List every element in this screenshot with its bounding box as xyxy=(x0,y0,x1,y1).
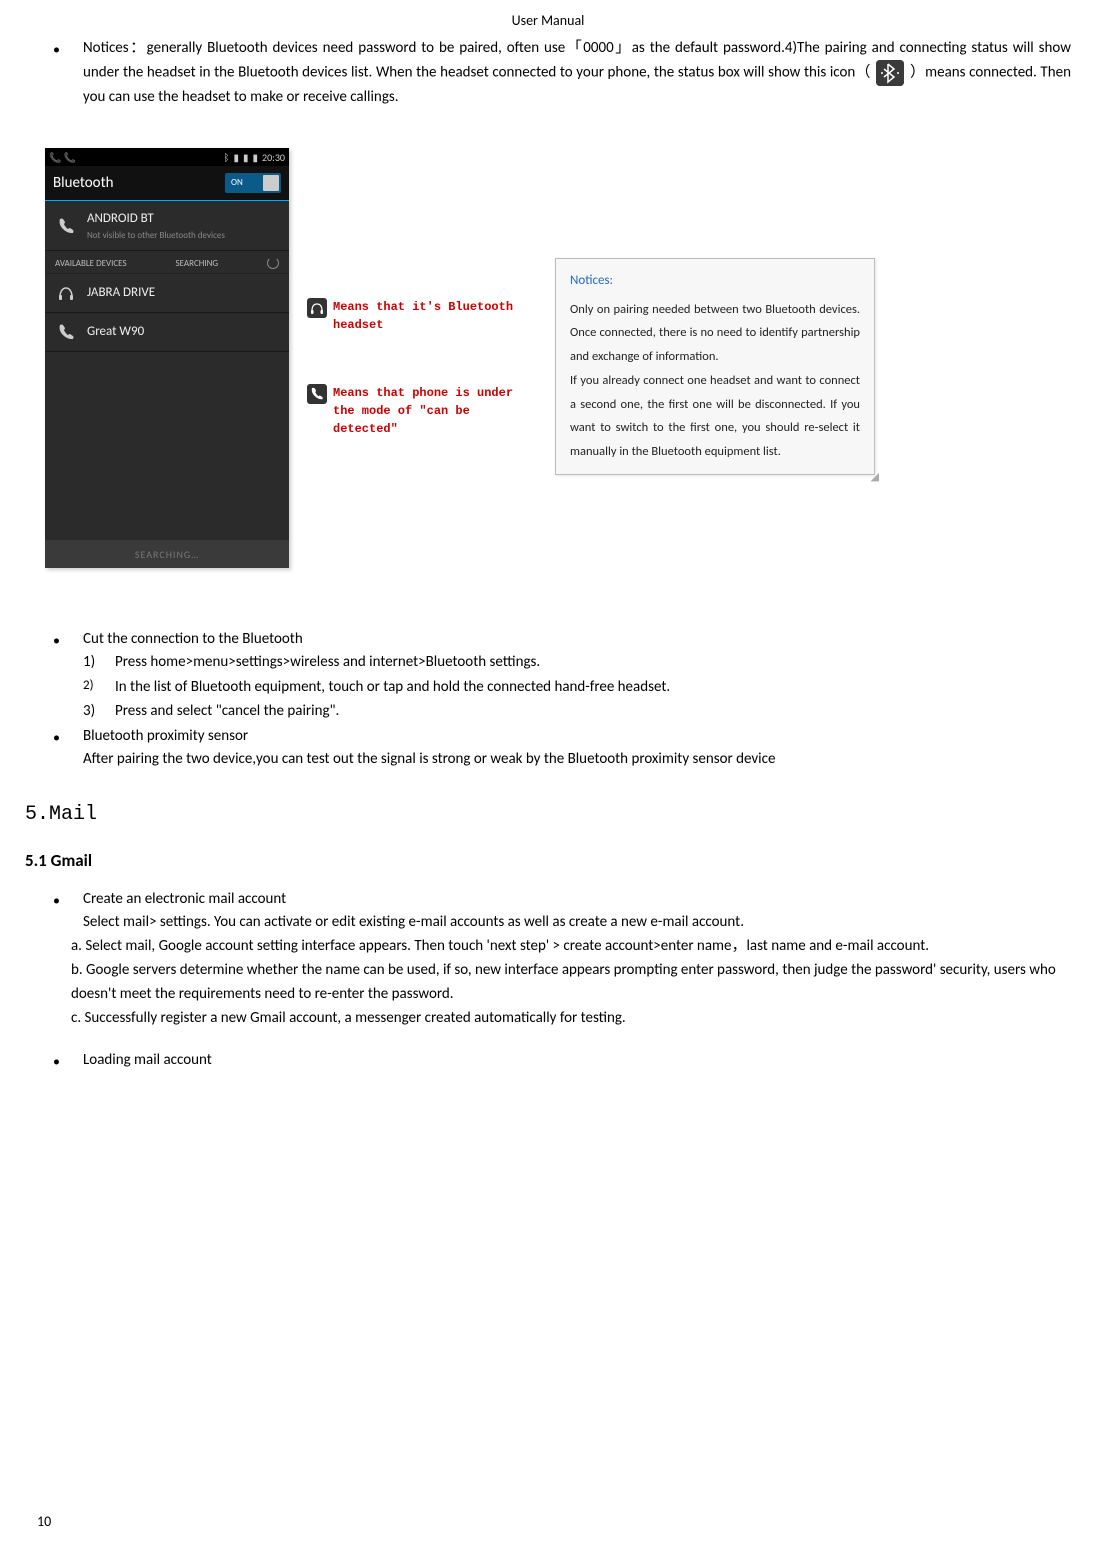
spinner-icon xyxy=(267,257,279,269)
lettered-step: b. Google servers determine whether the … xyxy=(71,959,1071,1006)
section-heading-mail: 5.Mail xyxy=(25,800,1071,830)
lettered-step: c. Successfully register a new Gmail acc… xyxy=(71,1007,1071,1030)
headphones-icon xyxy=(307,298,327,318)
list-number: 2) xyxy=(83,676,115,699)
headphones-icon xyxy=(55,282,77,304)
bluetooth-title-bar: Bluetooth ON xyxy=(45,166,289,201)
bluetooth-toggle[interactable]: ON xyxy=(225,173,281,193)
list-text: Press and select "cancel the pairing". xyxy=(115,700,339,723)
phone-screenshot: 📞 📞 ᛒ ▮ ▮ ▮ 20:30 Bluetooth ON ANDROID B… xyxy=(45,148,289,568)
page-number: 10 xyxy=(37,1511,51,1532)
bullet-icon: • xyxy=(53,1049,83,1072)
bullet-icon: • xyxy=(53,628,83,651)
page-header: User Manual xyxy=(25,10,1071,31)
list-number: 1) xyxy=(83,651,115,674)
list-number: 3) xyxy=(83,700,115,723)
notice-box: Notices: Only on pairing needed between … xyxy=(555,258,875,475)
cut-connection-bullet: • Cut the connection to the Bluetooth xyxy=(53,628,1071,651)
notice-para: If you already connect one headset and w… xyxy=(570,369,860,464)
device-name: JABRA DRIVE xyxy=(87,283,279,303)
battery-icon: ▮ xyxy=(253,150,259,165)
notice-para: Only on pairing needed between two Bluet… xyxy=(570,298,860,369)
list-text: In the list of Bluetooth equipment, touc… xyxy=(115,676,670,699)
self-device-row[interactable]: ANDROID BT Not visible to other Bluetoot… xyxy=(45,201,289,251)
callouts: Means that it's Bluetooth headset Means … xyxy=(307,148,537,488)
list-item: 1) Press home>menu>settings>wireless and… xyxy=(83,651,1071,674)
proximity-bullet: • Bluetooth proximity sensor xyxy=(53,725,1071,748)
searching-label: SEARCHING xyxy=(176,257,219,271)
bullet-icon: • xyxy=(53,37,83,108)
phone-small-icon: 📞 xyxy=(63,150,75,165)
list-item: 2) In the list of Bluetooth equipment, t… xyxy=(83,676,1071,699)
signal-icon: ▮ xyxy=(243,150,249,165)
bullet-icon: • xyxy=(53,725,83,748)
bullet-icon: • xyxy=(53,888,83,911)
create-account-bullet: • Create an electronic mail account xyxy=(53,888,1071,911)
status-bar: 📞 📞 ᛒ ▮ ▮ ▮ 20:30 xyxy=(45,148,289,166)
notices-bullet: • Notices：generally Bluetooth devices ne… xyxy=(53,37,1071,108)
bluetooth-title: Bluetooth xyxy=(53,172,113,195)
callout-text: Means that it's Bluetooth headset xyxy=(333,298,537,334)
phone-small-icon: 📞 xyxy=(49,150,61,165)
loading-account-title: Loading mail account xyxy=(83,1049,212,1072)
list-text: Press home>menu>settings>wireless and in… xyxy=(115,651,540,674)
phone-icon xyxy=(307,384,327,404)
status-time: 20:30 xyxy=(262,150,285,165)
available-section: AVAILABLE DEVICES SEARCHING xyxy=(45,251,289,274)
cut-connection-title: Cut the connection to the Bluetooth xyxy=(83,628,303,651)
device-name: Great W90 xyxy=(87,322,279,342)
bluetooth-icon: ᛒ xyxy=(224,150,230,165)
bluetooth-connected-icon xyxy=(876,60,904,86)
proximity-body: After pairing the two device,you can tes… xyxy=(83,748,1071,771)
self-device-sub: Not visible to other Bluetooth devices xyxy=(87,229,279,243)
figures-row: 📞 📞 ᛒ ▮ ▮ ▮ 20:30 Bluetooth ON ANDROID B… xyxy=(45,148,1071,568)
create-account-body: Select mail> settings. You can activate … xyxy=(83,911,1071,934)
device-row[interactable]: JABRA DRIVE xyxy=(45,274,289,313)
loading-account-bullet: • Loading mail account xyxy=(53,1049,1071,1072)
create-account-title: Create an electronic mail account xyxy=(83,888,286,911)
resize-handle-icon: ◢ xyxy=(555,469,879,486)
phone-icon xyxy=(55,321,77,343)
self-device-name: ANDROID BT xyxy=(87,209,279,229)
list-item: 3) Press and select "cancel the pairing"… xyxy=(83,700,1071,723)
available-label: AVAILABLE DEVICES xyxy=(55,257,127,271)
sub-heading-gmail: 5.1 Gmail xyxy=(25,848,1071,874)
lettered-step: a. Select mail, Google account setting i… xyxy=(71,935,1071,958)
searching-footer: SEARCHING… xyxy=(45,540,289,568)
phone-icon xyxy=(55,215,77,237)
proximity-title: Bluetooth proximity sensor xyxy=(83,725,248,748)
device-row[interactable]: Great W90 xyxy=(45,313,289,352)
callout-text: Means that phone is under the mode of "c… xyxy=(333,384,537,438)
signal-icon: ▮ xyxy=(234,150,240,165)
notice-title: Notices: xyxy=(570,269,860,294)
